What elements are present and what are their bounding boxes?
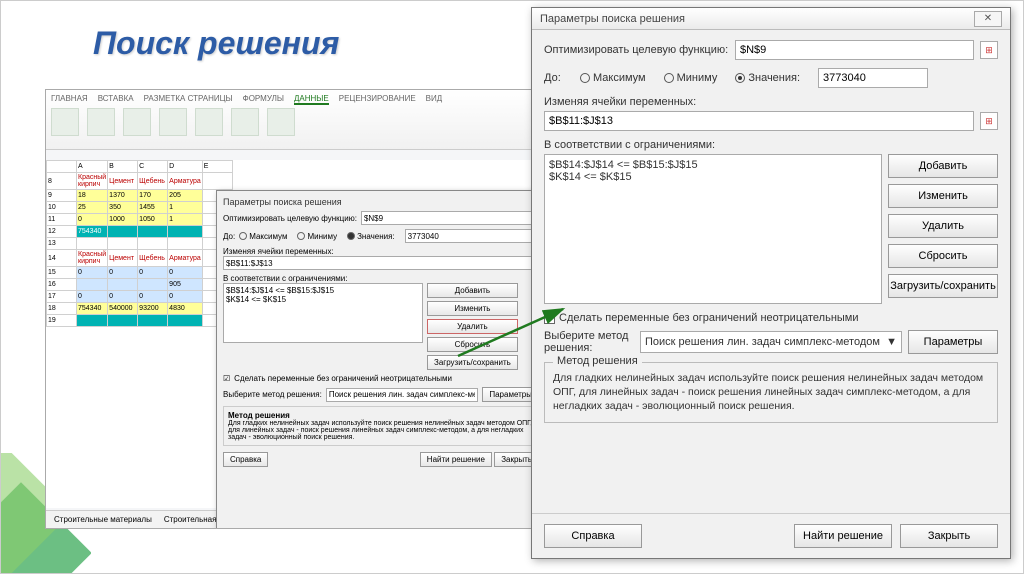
vars-label: Изменяя ячейки переменных: — [544, 96, 998, 108]
constraints-label: В соответствии с ограничениями: — [544, 139, 998, 151]
loadsave-button[interactable]: Загрузить/сохранить — [888, 274, 998, 298]
excel-ribbon: ГЛАВНАЯ ВСТАВКА РАЗМЕТКА СТРАНИЦЫ ФОРМУЛ… — [46, 90, 554, 150]
dialog-titlebar: Параметры поиска решения ✕ — [532, 8, 1010, 30]
radio-min[interactable]: Миниму — [297, 232, 337, 241]
tab-home[interactable]: ГЛАВНАЯ — [51, 94, 88, 105]
objective-input[interactable] — [735, 40, 974, 60]
close-button[interactable]: Закрыть — [900, 524, 998, 548]
add-button[interactable]: Добавить — [888, 154, 998, 178]
ribbon-btn[interactable] — [87, 108, 115, 136]
radio-value[interactable]: Значения: — [735, 72, 800, 84]
target-value-input[interactable] — [818, 68, 928, 88]
ribbon-btn[interactable] — [195, 108, 223, 136]
method-select[interactable]: Поиск решения лин. задач симплекс-методо… — [640, 331, 902, 353]
method-label: Выберите метод решения: — [544, 330, 634, 354]
checkbox-icon: ✓ — [544, 313, 555, 324]
constraint-row[interactable]: $B$14:$J$14 <= $B$15:$J$15 — [549, 159, 877, 171]
constraints-label: В соответствии с ограничениями: — [223, 274, 539, 283]
delete-button[interactable]: Удалить — [427, 319, 518, 334]
change-button[interactable]: Изменить — [427, 301, 518, 316]
ribbon-btn[interactable] — [159, 108, 187, 136]
group-title: Метод решения — [553, 355, 642, 367]
add-button[interactable]: Добавить — [427, 283, 518, 298]
to-label: До: — [223, 232, 235, 241]
slide-title: Поиск решения — [93, 25, 339, 62]
tab-data[interactable]: ДАННЫЕ — [294, 94, 329, 105]
dialog-title: Параметры поиска решения — [223, 197, 539, 207]
tab-view[interactable]: ВИД — [426, 94, 443, 105]
radio-value[interactable]: Значения: — [347, 232, 395, 241]
close-icon[interactable]: ✕ — [974, 11, 1002, 27]
params-button[interactable]: Параметры — [908, 330, 998, 354]
ribbon-btn[interactable] — [51, 108, 79, 136]
delete-button[interactable]: Удалить — [888, 214, 998, 238]
to-label: До: — [544, 72, 574, 84]
radio-max[interactable]: Максимум — [580, 72, 646, 84]
constraint-row[interactable]: $K$14 <= $K$15 — [549, 171, 877, 183]
tab-layout[interactable]: РАЗМЕТКА СТРАНИЦЫ — [144, 94, 233, 105]
method-select[interactable] — [326, 388, 479, 402]
radio-min[interactable]: Миниму — [664, 72, 718, 84]
loadsave-button[interactable]: Загрузить/сохранить — [427, 355, 518, 370]
optimize-label: Оптимизировать целевую функцию: — [223, 214, 357, 223]
nonneg-checkbox[interactable]: ☑ Сделать переменные без ограничений нео… — [223, 374, 539, 383]
ribbon-btn[interactable] — [231, 108, 259, 136]
constraints-list[interactable]: $B$14:$J$14 <= $B$15:$J$15 $K$14 <= $K$1… — [223, 283, 423, 343]
method-desc: Для гладких нелинейных задач используйте… — [553, 371, 989, 414]
vars-input[interactable] — [223, 256, 539, 270]
nonneg-checkbox[interactable]: ✓ Сделать переменные без ограничений нео… — [544, 312, 859, 324]
dialog-title: Параметры поиска решения — [540, 13, 685, 25]
reset-button[interactable]: Сбросить — [427, 337, 518, 352]
vars-input[interactable] — [544, 111, 974, 131]
solver-dialog-small: Параметры поиска решения Оптимизировать … — [216, 190, 546, 529]
ribbon-buttons — [51, 108, 549, 136]
slide: Поиск решения ГЛАВНАЯ ВСТАВКА РАЗМЕТКА С… — [0, 0, 1024, 574]
solver-dialog-large: Параметры поиска решения ✕ Оптимизироват… — [531, 7, 1011, 559]
tab-review[interactable]: РЕЦЕНЗИРОВАНИЕ — [339, 94, 416, 105]
ribbon-btn[interactable] — [267, 108, 295, 136]
excel-window: ГЛАВНАЯ ВСТАВКА РАЗМЕТКА СТРАНИЦЫ ФОРМУЛ… — [45, 89, 555, 529]
constraints-list[interactable]: $B$14:$J$14 <= $B$15:$J$15 $K$14 <= $K$1… — [544, 154, 882, 304]
find-solution-button[interactable]: Найти решение — [794, 524, 892, 548]
objective-input[interactable] — [361, 211, 539, 225]
ribbon-btn[interactable] — [123, 108, 151, 136]
target-value-input[interactable] — [405, 229, 539, 243]
optimize-label: Оптимизировать целевую функцию: — [544, 44, 729, 56]
excel-ribbon-tabs[interactable]: ГЛАВНАЯ ВСТАВКА РАЗМЕТКА СТРАНИЦЫ ФОРМУЛ… — [51, 94, 549, 105]
tab-insert[interactable]: ВСТАВКА — [98, 94, 134, 105]
reset-button[interactable]: Сбросить — [888, 244, 998, 268]
help-button[interactable]: Справка — [223, 452, 268, 467]
change-button[interactable]: Изменить — [888, 184, 998, 208]
method-groupbox: Метод решения Для гладких нелинейных зад… — [544, 362, 998, 423]
find-button[interactable]: Найти решение — [420, 452, 492, 467]
radio-max[interactable]: Максимум — [239, 232, 287, 241]
sheet-tab[interactable]: Строительные материалы — [54, 515, 152, 524]
ref-picker-icon[interactable]: ⊞ — [980, 41, 998, 59]
help-button[interactable]: Справка — [544, 524, 642, 548]
method-label: Выберите метод решения: — [223, 390, 322, 399]
ref-picker-icon[interactable]: ⊞ — [980, 112, 998, 130]
tab-formulas[interactable]: ФОРМУЛЫ — [243, 94, 284, 105]
method-desc: Для гладких нелинейных задач используйте… — [228, 420, 534, 441]
chevron-down-icon: ▼ — [886, 336, 897, 348]
vars-label: Изменяя ячейки переменных: — [223, 247, 539, 256]
